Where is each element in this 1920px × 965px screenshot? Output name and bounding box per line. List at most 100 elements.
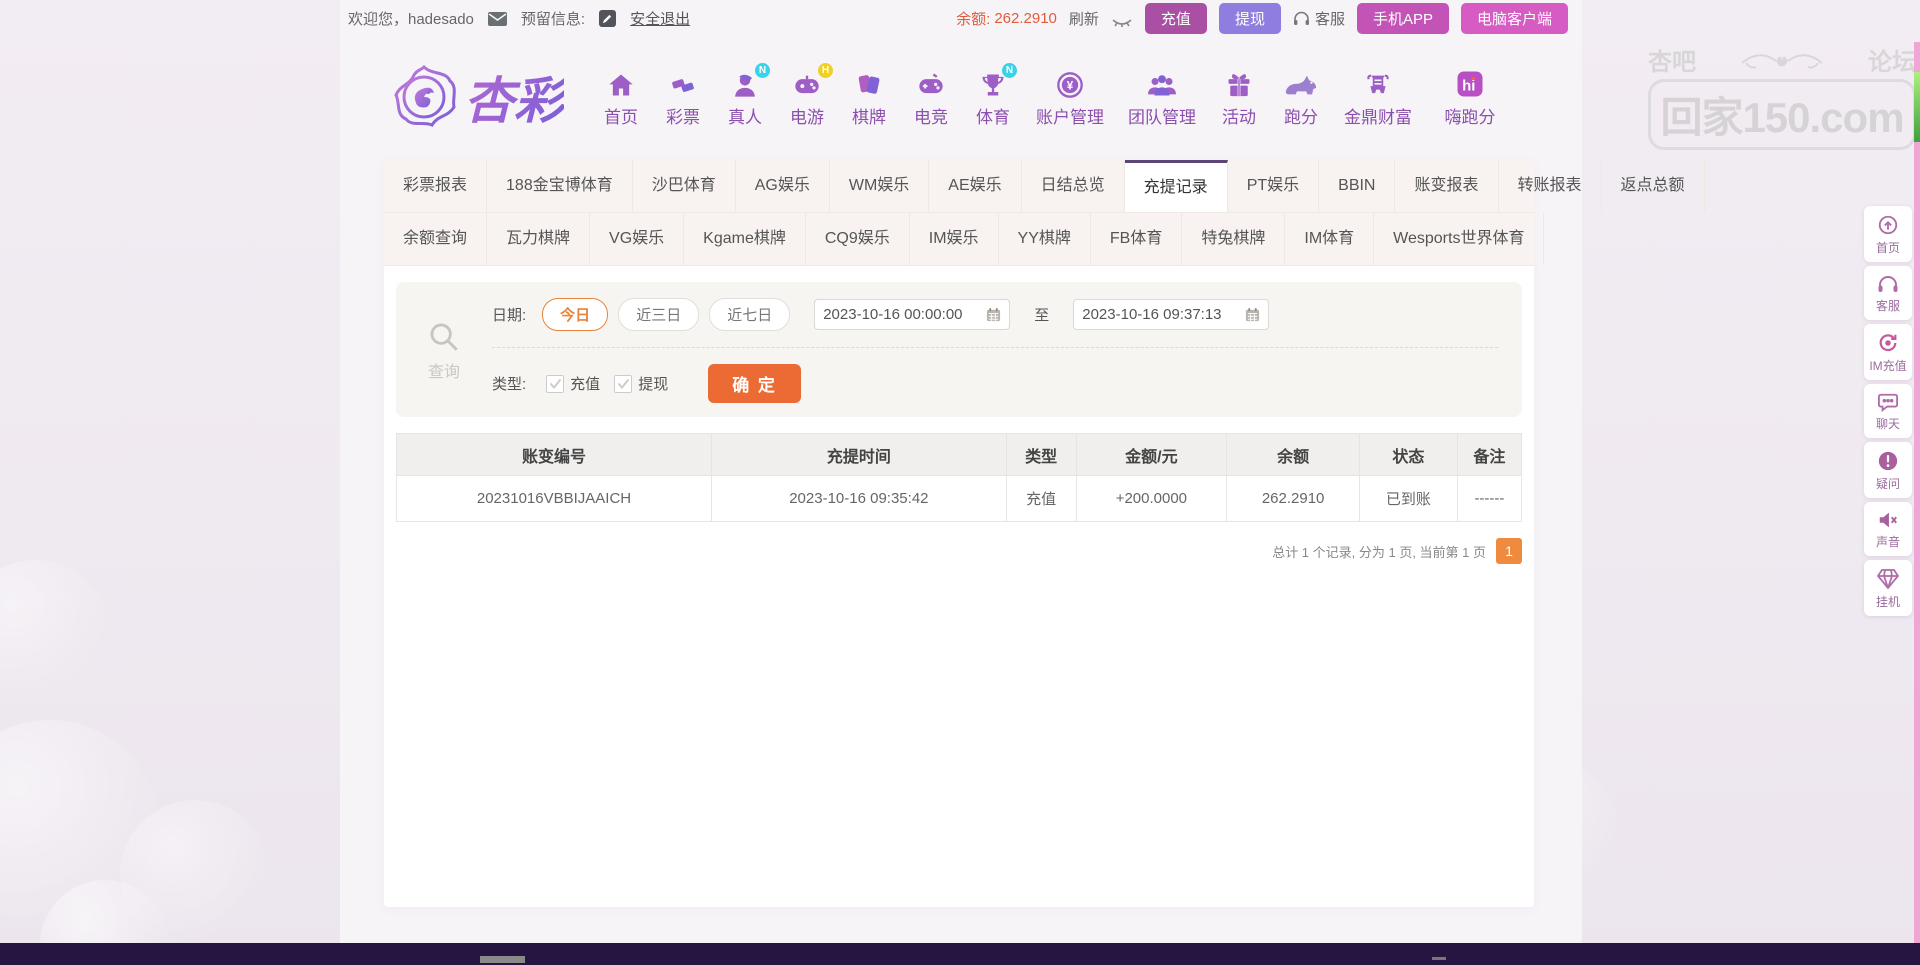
page: 杏吧 论坛 回家150.com 欢迎您，hadesado 预留信息: — [0, 0, 1920, 965]
nav-live[interactable]: N 真人 — [714, 67, 776, 128]
tab-wali-qipai[interactable]: 瓦力棋牌 — [487, 213, 590, 265]
nav-egame[interactable]: H 电游 — [776, 67, 838, 128]
nav-label: 真人 — [728, 103, 762, 128]
tab-wesports[interactable]: Wesports世界体育 — [1374, 213, 1544, 265]
footer-mark — [480, 956, 525, 963]
tab-yue-chaxun[interactable]: 余额查询 — [384, 213, 487, 265]
tab-im-yule[interactable]: IM娱乐 — [910, 213, 999, 265]
pagination-summary: 总计 1 个记录, 分为 1 页, 当前第 1 页 — [1272, 542, 1486, 561]
mail-icon[interactable] — [488, 12, 507, 26]
preset-today[interactable]: 今日 — [542, 298, 608, 331]
tab-ag[interactable]: AG娱乐 — [736, 160, 830, 212]
tab-zhuanzhang-baobiao[interactable]: 转账报表 — [1499, 160, 1602, 212]
customer-service-link[interactable]: 客服 — [1293, 8, 1345, 29]
side-label: 声音 — [1865, 533, 1911, 550]
tab-pt[interactable]: PT娱乐 — [1228, 160, 1319, 212]
side-question[interactable]: 疑问 — [1864, 442, 1912, 498]
nav-chess[interactable]: 棋牌 — [838, 67, 900, 128]
tab-chongti-jilu-active[interactable]: 充提记录 — [1125, 160, 1228, 212]
tab-zhangbian-baobiao[interactable]: 账变报表 — [1395, 160, 1498, 212]
nav-lottery[interactable]: 彩票 — [652, 67, 714, 128]
recharge-button[interactable]: 充值 — [1145, 3, 1207, 34]
side-service[interactable]: 客服 — [1864, 266, 1912, 320]
tab-bbin[interactable]: BBIN — [1319, 160, 1395, 212]
gamepad-icon: H — [791, 67, 823, 99]
mobile-app-button[interactable]: 手机APP — [1357, 3, 1449, 34]
decor-blob — [0, 560, 110, 710]
ticket-icon — [668, 67, 698, 99]
side-home[interactable]: 首页 — [1864, 206, 1912, 262]
nav-account[interactable]: ¥ 账户管理 — [1024, 67, 1116, 128]
team-icon — [1146, 67, 1178, 99]
side-im-recharge[interactable]: IM充值 — [1864, 324, 1912, 380]
side-nav: 首页 客服 IM充值 聊天 疑问 声音 挂机 — [1864, 206, 1912, 616]
date-to-input[interactable]: 2023-10-16 09:37:13 — [1073, 299, 1269, 330]
nav-paofen[interactable]: 跑分 — [1270, 67, 1332, 128]
nav-team[interactable]: 团队管理 — [1116, 67, 1208, 128]
reserved-info-label: 预留信息: — [521, 8, 585, 29]
coin-icon: ¥ — [1056, 67, 1084, 99]
tab-wm[interactable]: WM娱乐 — [830, 160, 929, 212]
rhino-icon — [1283, 67, 1319, 99]
date-from-input[interactable]: 2023-10-16 00:00:00 — [814, 299, 1010, 330]
report-tabs: 彩票报表 188金宝博体育 沙巴体育 AG娱乐 WM娱乐 AE娱乐 日结总览 充… — [384, 160, 1534, 266]
nav-home[interactable]: 首页 — [590, 67, 652, 128]
logout-link[interactable]: 安全退出 — [630, 8, 690, 29]
edit-icon[interactable] — [599, 10, 616, 27]
ding-vessel-icon — [1364, 67, 1392, 99]
confirm-button[interactable]: 确 定 — [708, 364, 801, 403]
tab-kgame[interactable]: Kgame棋牌 — [684, 213, 806, 265]
nav-label: 金鼎财富 — [1344, 103, 1412, 128]
checkbox-icon — [614, 375, 632, 393]
tab-fandian-zonge[interactable]: 返点总额 — [1602, 160, 1705, 212]
refresh-link[interactable]: 刷新 — [1069, 8, 1099, 29]
side-guaji[interactable]: 挂机 — [1864, 560, 1912, 616]
checkbox-withdraw[interactable]: 提现 — [614, 373, 668, 394]
preset-3days[interactable]: 近三日 — [618, 298, 699, 331]
page-1-button[interactable]: 1 — [1496, 538, 1522, 564]
balance-value: 262.2910 — [994, 10, 1057, 27]
watermark-domain: 回家150.com — [1648, 79, 1916, 150]
tab-vg[interactable]: VG娱乐 — [590, 213, 684, 265]
brand[interactable]: 杏彩 — [392, 61, 564, 133]
tab-ae[interactable]: AE娱乐 — [929, 160, 1021, 212]
tab-tetu-qipai[interactable]: 特兔棋牌 — [1182, 213, 1285, 265]
tab-caipiao-baobiao[interactable]: 彩票报表 — [384, 160, 487, 212]
preset-7days[interactable]: 近七日 — [709, 298, 790, 331]
nav-label: 嗨跑分 — [1445, 103, 1496, 128]
watermark: 杏吧 论坛 回家150.com — [1648, 42, 1916, 150]
footer-mark — [1432, 957, 1446, 960]
tab-188-sports[interactable]: 188金宝博体育 — [487, 160, 633, 212]
tab-shaba-sports[interactable]: 沙巴体育 — [633, 160, 736, 212]
nav-label: 电游 — [790, 103, 824, 128]
eye-slash-icon[interactable] — [1111, 11, 1133, 27]
headset-icon — [1293, 11, 1310, 26]
nav-activity[interactable]: 活动 — [1208, 67, 1270, 128]
scrollbar-thumb[interactable] — [1914, 72, 1920, 142]
checkbox-recharge[interactable]: 充值 — [546, 373, 600, 394]
decor-blob — [0, 720, 160, 940]
nav-esports[interactable]: 电竞 — [900, 67, 962, 128]
tab-im-sports[interactable]: IM体育 — [1285, 213, 1374, 265]
tab-fb-sports[interactable]: FB体育 — [1091, 213, 1182, 265]
home-icon — [606, 67, 636, 99]
nav-hipaofen[interactable]: hi 嗨跑分 — [1424, 67, 1516, 128]
nav-sports[interactable]: N 体育 — [962, 67, 1024, 128]
pc-client-button[interactable]: 电脑客户端 — [1461, 3, 1568, 34]
side-sound[interactable]: 声音 — [1864, 502, 1912, 556]
nav-label: 跑分 — [1284, 103, 1318, 128]
tab-rijie-zonglan[interactable]: 日结总览 — [1022, 160, 1125, 212]
topbar: 欢迎您，hadesado 预留信息: 安全退出 余额: 262.2910 刷新 … — [340, 0, 1582, 37]
scrollbar-track[interactable] — [1914, 42, 1920, 965]
report-panel: 彩票报表 188金宝博体育 沙巴体育 AG娱乐 WM娱乐 AE娱乐 日结总览 充… — [384, 160, 1534, 907]
type-filter-row: 类型: 充值 提现 确 定 — [492, 348, 1498, 403]
tab-cq9[interactable]: CQ9娱乐 — [806, 213, 910, 265]
cell-amount: +200.0000 — [1076, 476, 1227, 522]
tab-yy-qipai[interactable]: YY棋牌 — [999, 213, 1091, 265]
side-chat[interactable]: 聊天 — [1864, 384, 1912, 438]
brand-name: 杏彩 — [464, 61, 564, 133]
type-label: 类型: — [492, 373, 526, 394]
nav-jinding[interactable]: 金鼎财富 — [1332, 67, 1424, 128]
withdraw-button[interactable]: 提现 — [1219, 3, 1281, 34]
cell-time: 2023-10-16 09:35:42 — [712, 476, 1007, 522]
